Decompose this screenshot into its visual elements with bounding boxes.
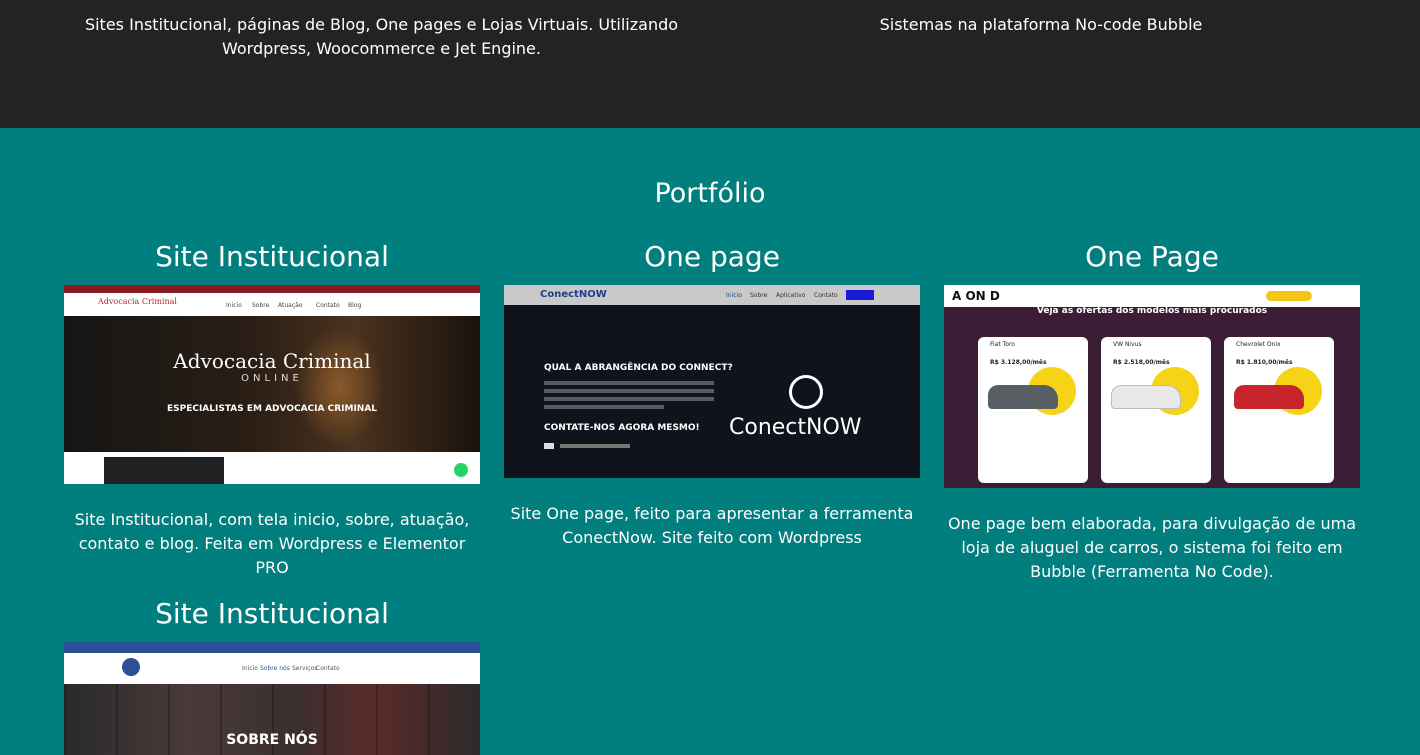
car-image [1234,385,1304,409]
aond-logo: A ON D [952,289,1000,303]
car-image [1111,385,1181,409]
advocacia-hero-tagline: ESPECIALISTAS EM ADVOCACIA CRIMINAL [166,404,378,414]
portfolio-item-description: Site Institucional, com tela inicio, sob… [74,510,470,577]
whatsapp-icon[interactable] [454,463,468,477]
portfolio-item-description: One page bem elaborada, para divulgação … [947,514,1357,581]
advocacia-nav-item[interactable]: Atuação [278,302,302,309]
sobre-nav-item[interactable]: Inicio [242,665,258,672]
car-name: Fiat Toro [990,341,1015,348]
advocacia-nav-item[interactable]: Blog [348,302,361,309]
advocacia-nav-item[interactable]: Sobre [252,302,269,309]
portfolio-item-description: Site One page, feito para apresentar a f… [510,504,914,547]
conectnow-nav-item[interactable]: Sobre [750,292,767,299]
car-name: VW Nivus [1113,341,1142,348]
car-image [988,385,1058,409]
portfolio-item-title: One page [644,240,780,273]
site-logo-icon [122,658,140,676]
car-price: R$ 2.518,00/mês [1113,359,1170,366]
advocacia-nav-item[interactable]: Contato [316,302,340,309]
conectnow-brand: ConectNOW [729,415,862,440]
portfolio-thumbnail-conectnow[interactable]: ConectNOW Início Sobre Aplicativo Contat… [504,285,920,478]
advocacia-hero-subtitle: ONLINE [241,373,303,384]
advocacia-logo: Advocacia Criminal [98,297,177,306]
services-section: Sites Institucional, páginas de Blog, On… [0,0,1420,128]
portfolio-thumbnail-advocacia[interactable]: Advocacia Criminal Inicio Sobre Atuação … [64,285,480,484]
portfolio-thumbnail-sobre-nos[interactable]: Inicio Sobre nós Serviços Contato SOBRE … [64,642,480,755]
sobre-hero-title: SOBRE NÓS [226,732,318,748]
portfolio-thumbnail-aond[interactable]: A ON D Veja as ofertas dos modelos mais … [944,285,1360,488]
car-price: R$ 1.810,00/mês [1236,359,1293,366]
service-wordpress-text: Sites Institucional, páginas de Blog, On… [84,15,679,58]
aond-nav-button[interactable] [1266,291,1312,301]
conectnow-network-icon [789,375,823,409]
conectnow-cta: CONTATE-NOS AGORA MESMO! [544,423,700,433]
sobre-nav-item[interactable]: Serviços [292,665,317,672]
sobre-nav-item[interactable]: Contato [316,665,340,672]
conectnow-nav-logo: ConectNOW [540,289,607,300]
portfolio-item-title: Site Institucional [155,240,389,273]
advocacia-nav-item[interactable]: Inicio [226,302,242,309]
car-name: Chevrolet Onix [1236,341,1281,348]
mail-icon [544,443,554,449]
portfolio-title: Portfólio [654,178,766,209]
conectnow-nav-button[interactable] [846,290,874,300]
conectnow-nav-item[interactable]: Início [726,292,742,299]
portfolio-item-title: Site Institucional [155,597,389,630]
advocacia-hero-title: Advocacia Criminal [173,349,371,373]
portfolio-section: Portfólio Site Institucional Advocacia C… [0,128,1420,755]
conectnow-nav-item[interactable]: Contato [814,292,838,299]
car-price: R$ 3.128,00/mês [990,359,1047,366]
sobre-nav-item[interactable]: Sobre nós [260,665,290,672]
service-bubble-text: Sistemas na plataforma No-code Bubble [879,15,1203,34]
portfolio-item-title: One Page [1085,240,1219,273]
conectnow-question: QUAL A ABRANGÊNCIA DO CONNECT? [544,363,733,373]
conectnow-nav-item[interactable]: Aplicativo [776,292,805,299]
aond-headline: Veja as ofertas dos modelos mais procura… [1036,306,1268,316]
